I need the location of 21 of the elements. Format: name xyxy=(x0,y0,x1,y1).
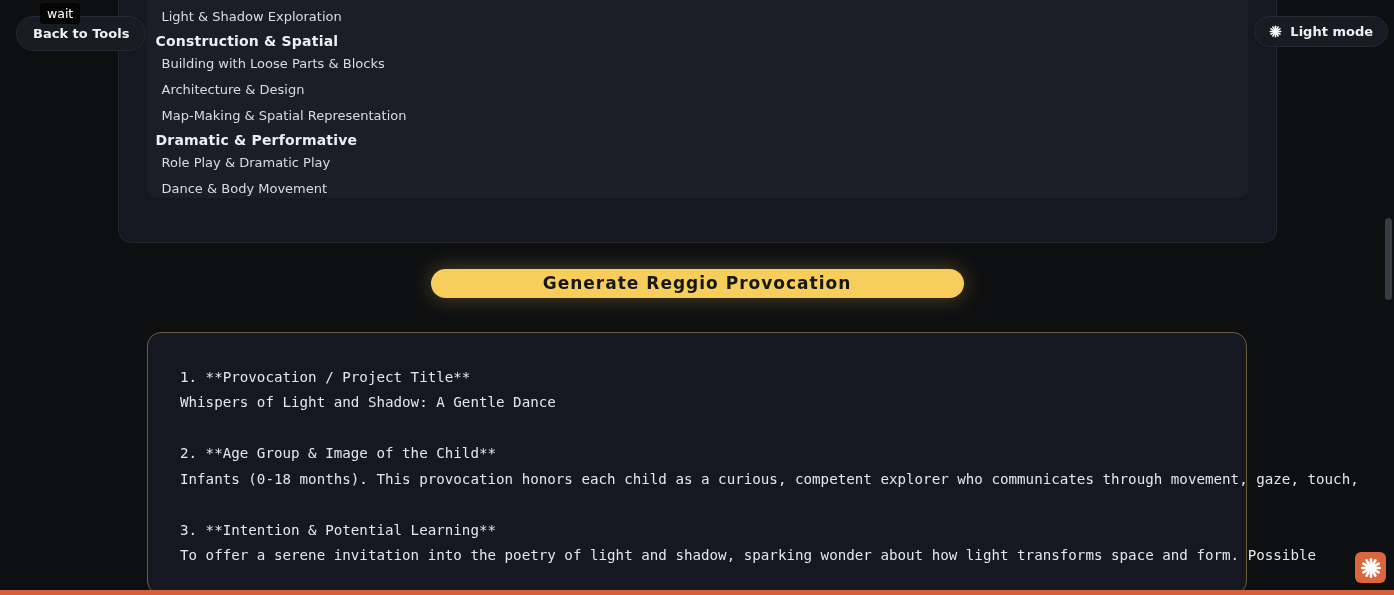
section-title: 3. **Intention & Potential Learning** xyxy=(180,520,497,540)
assistant-button[interactable] xyxy=(1355,552,1386,583)
option-item[interactable]: Map-Making & Spatial Representation xyxy=(155,103,407,129)
tooltip: wait xyxy=(40,3,81,24)
section-text: To offer a serene invitation into the poetry of light and shadow, sparking wonder about how light transforms space and form. Possible xyxy=(180,546,1317,565)
section-text: Infants (0-18 months). This provocation honors each child as a curious, competent explorer who communicates through movement, gaze, touch, xyxy=(180,469,1359,489)
section-title: 1. **Provocation / Project Title** xyxy=(180,367,471,387)
burst-icon xyxy=(1359,556,1382,579)
option-item[interactable]: Light & Shadow Exploration xyxy=(155,4,342,30)
section-text: Whispers of Light and Shadow: A Gentle Dance xyxy=(180,393,556,412)
theme-toggle[interactable]: Light mode xyxy=(1254,16,1388,47)
scrollbar[interactable] xyxy=(1385,218,1392,300)
sun-icon xyxy=(1269,25,1283,38)
option-item[interactable]: Architecture & Design xyxy=(155,77,305,103)
option-item[interactable]: Role Play & Dramatic Play xyxy=(155,150,331,176)
category-heading: Construction & Spatial xyxy=(155,32,340,51)
generate-button[interactable]: Generate Reggio Provocation xyxy=(430,269,964,298)
option-item[interactable]: Dance & Body Movement xyxy=(155,176,328,198)
option-item[interactable]: Building with Loose Parts & Blocks xyxy=(155,51,385,77)
category-heading: Dramatic & Performative xyxy=(155,131,359,150)
section-title: 2. **Age Group & Image of the Child** xyxy=(180,444,497,463)
